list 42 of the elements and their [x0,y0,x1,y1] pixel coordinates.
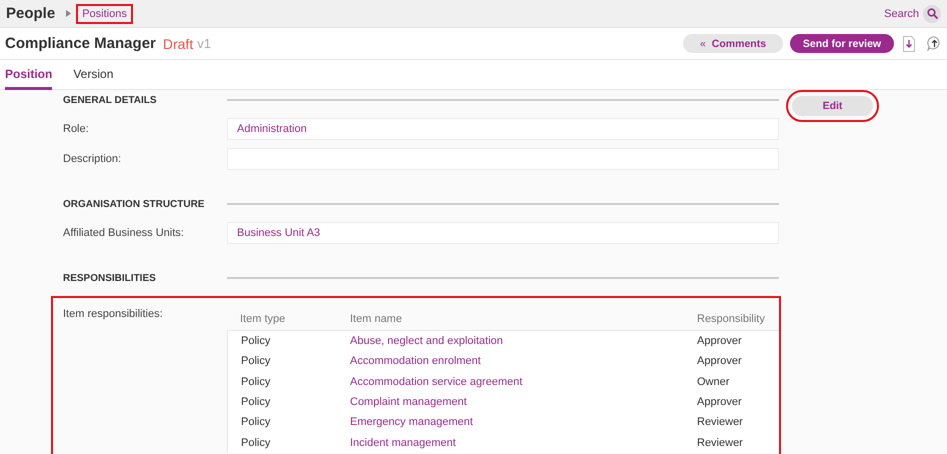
table-cell: Approver [684,331,779,352]
item-link[interactable]: Accommodation enrolment [337,351,684,372]
section-heading: ORGANISATION STRUCTURE [63,198,206,210]
table-cell: Policy [227,392,337,412]
section-heading: RESPONSIBILITIES [63,272,157,284]
table-cell: Reviewer [684,432,779,453]
version-label: v1 [197,36,211,51]
table-cell: Policy [227,412,337,432]
status-label: Draft [162,36,194,52]
item-link[interactable]: Complaint management [337,392,684,412]
table-cell: Policy [227,372,337,392]
download-icon[interactable] [903,36,915,52]
section-heading: GENERAL DETAILS [63,94,158,106]
table-cell: Approver [684,351,779,372]
table-cell: Approver [684,392,779,412]
breadcrumb-root[interactable]: People [6,5,56,22]
page-title: Compliance Manager [5,35,156,52]
edit-button[interactable]: Edit [792,96,873,116]
send-for-review-button[interactable]: Send for review [790,34,894,53]
breadcrumb-link[interactable]: Positions [79,6,130,20]
field-value: Business Unit A3 [227,222,779,244]
item-link[interactable]: Emergency management [337,412,684,432]
item-link[interactable]: Accommodation service agreement [337,372,684,392]
search-icon[interactable] [926,8,938,19]
search-button[interactable] [923,4,941,22]
tab[interactable]: Version [73,60,114,90]
field-label: Role: [63,123,90,135]
field-label: Description: [63,153,122,165]
field-label: Item responsibilities: [63,308,164,320]
table-cell: Policy [227,331,337,352]
item-link[interactable]: Abuse, neglect and exploitation [337,331,684,352]
table-cell: Reviewer [684,412,779,432]
table-cell: Owner [684,372,779,392]
field-label: Affiliated Business Units: [63,227,185,239]
search-link[interactable]: Search [884,8,919,20]
breadcrumb-arrow-icon[interactable] [66,10,72,17]
upload-icon[interactable] [927,36,942,51]
table-cell: Policy [227,432,337,453]
table-cell: Policy [227,351,337,372]
item-link[interactable]: Incident management [337,432,684,453]
comments-button[interactable]: « Comments [683,34,783,53]
field-value: Administration [227,118,779,140]
